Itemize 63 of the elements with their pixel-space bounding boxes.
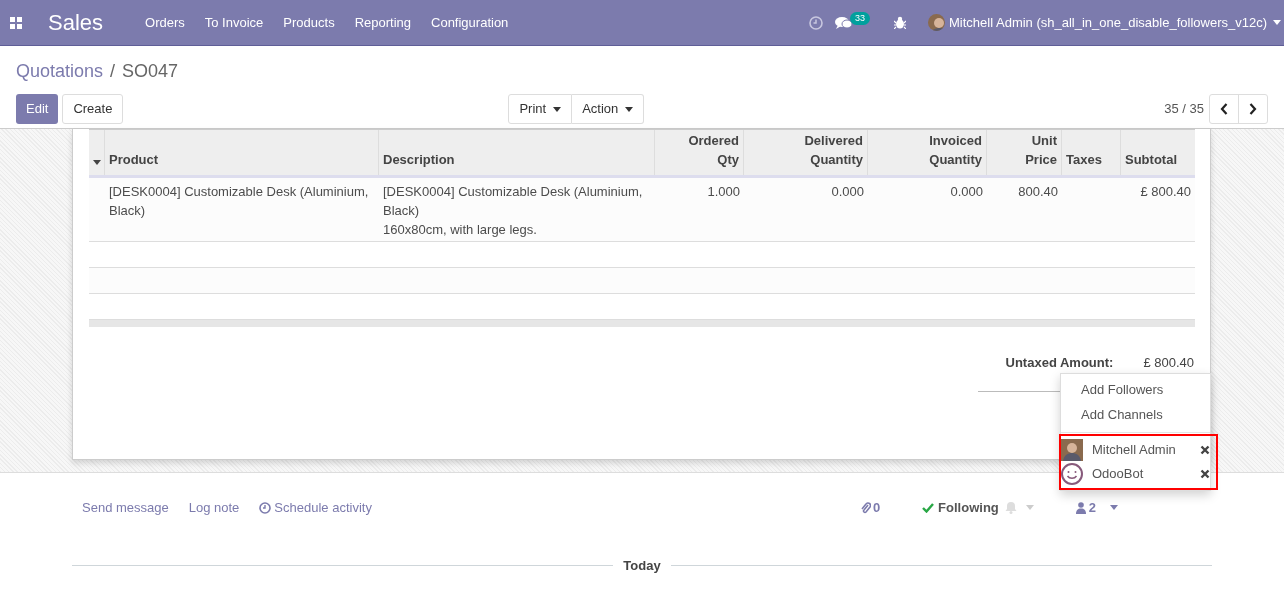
untaxed-amount-value: £ 800.40 bbox=[1143, 354, 1194, 372]
print-dropdown[interactable]: Print bbox=[508, 94, 573, 124]
chevron-right-icon bbox=[1249, 103, 1257, 115]
clock-icon bbox=[259, 501, 272, 514]
table-cell: 1.000 bbox=[707, 184, 740, 199]
column-header[interactable]: Product bbox=[109, 150, 159, 169]
follower-name[interactable]: Mitchell Admin bbox=[1092, 440, 1176, 460]
remove-icon[interactable] bbox=[1200, 445, 1210, 455]
chevron-left-icon bbox=[1220, 103, 1228, 115]
user-menu[interactable]: Mitchell Admin (sh_all_in_one_disable_followers_v12c) bbox=[949, 12, 1267, 33]
table-cell: 0.000 bbox=[831, 184, 864, 199]
table-cell: 0.000 bbox=[950, 184, 983, 199]
table-cell: £ 800.40 bbox=[1140, 184, 1191, 199]
message-count-badge: 33 bbox=[850, 11, 871, 25]
column-header[interactable]: Ordered Qty bbox=[688, 131, 739, 169]
action-dropdown[interactable]: Action bbox=[572, 94, 645, 124]
column-header[interactable]: Unit Price bbox=[1025, 131, 1057, 169]
table-cell: 800.40 bbox=[1018, 184, 1058, 199]
column-header[interactable]: Description bbox=[383, 150, 455, 169]
menu-item[interactable]: Reporting bbox=[354, 12, 411, 33]
column-header[interactable]: Invoiced Quantity bbox=[929, 131, 982, 169]
avatar-icon bbox=[1061, 439, 1083, 461]
column-header[interactable]: Subtotal bbox=[1125, 150, 1177, 169]
chat-icon[interactable] bbox=[835, 15, 853, 30]
breadcrumb-link[interactable]: Quotations bbox=[16, 58, 104, 85]
column-header[interactable]: Taxes bbox=[1066, 150, 1102, 169]
chatter-action-link[interactable]: Log note bbox=[188, 498, 240, 518]
menu-item[interactable]: Products bbox=[283, 12, 335, 33]
menu-item[interactable]: Orders bbox=[145, 12, 185, 33]
followers-count[interactable]: 2 bbox=[1088, 498, 1096, 518]
following-button[interactable]: Following bbox=[938, 498, 999, 518]
menu-item[interactable]: Configuration bbox=[431, 12, 509, 33]
chatter-action-link[interactable]: Send message bbox=[82, 498, 169, 518]
column-header[interactable]: Delivered Quantity bbox=[804, 131, 863, 169]
clock-icon[interactable] bbox=[809, 15, 823, 30]
caret-icon bbox=[1110, 505, 1118, 511]
check-icon bbox=[922, 502, 935, 513]
create-button[interactable]: Create bbox=[62, 94, 124, 124]
caret-icon bbox=[1273, 20, 1281, 25]
table-cell: [DESK0004] Customizable Desk (Aluminium, Black) bbox=[109, 184, 369, 218]
chatter-action-link[interactable]: Schedule activity bbox=[259, 498, 372, 518]
sort-caret-icon bbox=[92, 160, 101, 165]
app-name: Sales bbox=[48, 9, 104, 37]
bug-icon[interactable] bbox=[894, 16, 907, 29]
edit-button[interactable]: Edit bbox=[16, 94, 59, 124]
follower-name[interactable]: OdooBot bbox=[1092, 464, 1144, 484]
paperclip-icon bbox=[860, 501, 871, 514]
untaxed-amount-label: Untaxed Amount: bbox=[1005, 354, 1114, 372]
table-cell: [DESK0004] Customizable Desk (Aluminium, Black) 160x80cm, with large legs. bbox=[383, 184, 643, 237]
person-icon bbox=[1075, 501, 1086, 514]
caret-icon bbox=[625, 106, 634, 112]
pager-counter: 35 / 35 bbox=[1164, 100, 1204, 119]
breadcrumb-current: SO047 bbox=[122, 60, 179, 83]
menu-item[interactable]: To Invoice bbox=[204, 12, 264, 33]
attachment-count[interactable]: 0 bbox=[872, 498, 881, 518]
apps-menu-icon[interactable] bbox=[10, 16, 22, 29]
breadcrumb-separator: / bbox=[110, 60, 116, 83]
caret-icon bbox=[553, 106, 562, 112]
dropdown-item[interactable]: Add Channels bbox=[1061, 402, 1210, 427]
caret-icon bbox=[1025, 505, 1034, 511]
date-divider-label: Today bbox=[623, 556, 661, 575]
dropdown-item[interactable]: Add Followers bbox=[1061, 377, 1210, 402]
remove-icon[interactable] bbox=[1200, 469, 1210, 479]
